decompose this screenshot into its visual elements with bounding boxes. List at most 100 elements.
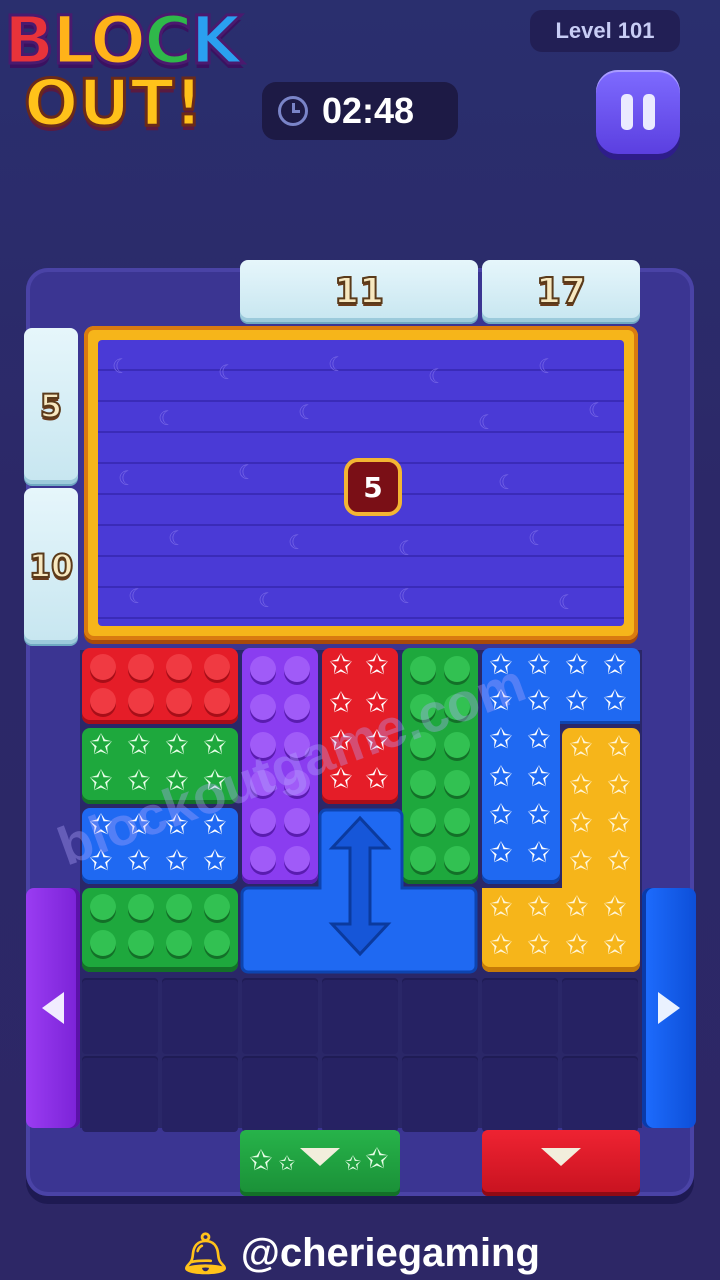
yellow-star-l-block-stem[interactable]: ✩ ✩ ✩ ✩ ✩ ✩ ✩ ✩: [562, 728, 640, 892]
star-icon: ✩: [489, 928, 513, 961]
star-icon: ✩: [527, 890, 551, 923]
blue-star-l-block-stem[interactable]: ✩ ✩ ✩ ✩ ✩ ✩ ✩ ✩: [482, 720, 560, 884]
stud: [250, 694, 276, 720]
star-icon: ✩: [603, 648, 627, 681]
ice-gate-top-left: 11: [240, 260, 478, 322]
pause-icon-bar: [643, 94, 655, 130]
star-icon: ✩: [607, 844, 631, 877]
footer-credit: 🔔︎ @cheriegaming: [0, 1226, 720, 1280]
moon-icon: ☾: [528, 526, 546, 550]
star-icon: ✩: [569, 806, 593, 839]
star-icon: ✩: [565, 928, 589, 961]
frozen-block[interactable]: ☾ ☾ ☾ ☾ ☾ ☾ ☾ ☾ ☾ ☾ ☾ ☾ ☾ ☾ ☾ ☾ ☾ ☾ ☾ ☾ …: [84, 326, 638, 640]
star-icon: ✩: [527, 760, 551, 793]
star-icon: ✩: [607, 768, 631, 801]
star-icon: ✩: [565, 684, 589, 717]
star-icon: ✩: [278, 1151, 296, 1175]
star-icon: ✩: [89, 728, 113, 761]
moon-icon: ☾: [398, 536, 416, 560]
moon-icon: ☾: [328, 352, 346, 376]
logo-word-out: OUT!: [22, 67, 204, 141]
stud: [410, 770, 436, 796]
star-icon: ✩: [489, 760, 513, 793]
grid-cell: [82, 978, 158, 1054]
stud: [128, 688, 154, 714]
grid-cell: [482, 978, 558, 1054]
grid-cell: [82, 1056, 158, 1132]
star-icon: ✩: [527, 928, 551, 961]
stud: [410, 656, 436, 682]
ice-gate-top-right: 17: [482, 260, 640, 322]
red-block[interactable]: [82, 648, 238, 724]
ice-gate-left-bottom: 10: [24, 488, 78, 644]
logo-word-block: BLOCK: [2, 6, 243, 75]
red-exit-door-bottom: [482, 1130, 640, 1196]
ice-gate-left-top: 5: [24, 328, 78, 484]
star-icon: ✩: [569, 844, 593, 877]
star-icon: ✩: [569, 730, 593, 763]
grid-cell: [242, 978, 318, 1054]
stud: [284, 694, 310, 720]
stud: [166, 654, 192, 680]
star-icon: ✩: [527, 836, 551, 869]
grid-cell: [162, 1056, 238, 1132]
stud: [284, 656, 310, 682]
star-icon: ✩: [165, 844, 189, 877]
timer-value: 02:48: [322, 90, 415, 131]
stud: [204, 894, 230, 920]
star-icon: ✩: [489, 836, 513, 869]
star-icon: ✩: [127, 728, 151, 761]
moon-icon: ☾: [558, 590, 576, 614]
blue-arrow-block[interactable]: [240, 806, 480, 974]
stud: [128, 894, 154, 920]
star-icon: ✩: [527, 798, 551, 831]
moon-icon: ☾: [478, 410, 496, 434]
stud: [204, 654, 230, 680]
stud: [250, 656, 276, 682]
star-icon: ✩: [603, 890, 627, 923]
star-icon: ✩: [527, 722, 551, 755]
stud: [204, 930, 230, 956]
stud: [204, 688, 230, 714]
bell-icon: 🔔︎: [180, 1231, 231, 1276]
star-icon: ✩: [165, 728, 189, 761]
purple-exit-door-left: [26, 888, 80, 1128]
moon-icon: ☾: [428, 364, 446, 388]
grid-cell: [482, 1056, 558, 1132]
grid-cell: [402, 1056, 478, 1132]
blue-exit-door-right: [642, 888, 696, 1128]
grid-cell: [562, 1056, 638, 1132]
star-icon: ✩: [603, 684, 627, 717]
star-icon: ✩: [365, 1142, 389, 1175]
stud: [128, 930, 154, 956]
frozen-block-surface: ☾ ☾ ☾ ☾ ☾ ☾ ☾ ☾ ☾ ☾ ☾ ☾ ☾ ☾ ☾ ☾ ☾ ☾ ☾ ☾ …: [98, 340, 624, 626]
yellow-star-l-block[interactable]: ✩ ✩ ✩ ✩ ✩ ✩ ✩ ✩: [482, 888, 640, 972]
star-icon: ✩: [565, 890, 589, 923]
star-icon: ✩: [603, 928, 627, 961]
footer-handle: @cheriegaming: [240, 1230, 540, 1275]
level-indicator: Level 101: [530, 10, 680, 52]
moon-icon: ☾: [238, 460, 256, 484]
grid-cell: [402, 978, 478, 1054]
grid-cell: [322, 1056, 398, 1132]
stud: [166, 894, 192, 920]
moon-icon: ☾: [158, 406, 176, 430]
star-icon: ✩: [527, 648, 551, 681]
clock-icon: [278, 96, 308, 126]
grid-cell: [242, 1056, 318, 1132]
arrow-down-icon: [541, 1148, 581, 1166]
green-block[interactable]: [82, 888, 238, 972]
star-icon: ✩: [607, 730, 631, 763]
star-icon: ✩: [565, 648, 589, 681]
pause-button[interactable]: [596, 70, 680, 154]
moon-icon: ☾: [118, 466, 136, 490]
star-icon: ✩: [489, 890, 513, 923]
moon-icon: ☾: [498, 470, 516, 494]
pause-icon: [621, 94, 633, 130]
moon-icon: ☾: [218, 360, 236, 384]
star-icon: ✩: [607, 806, 631, 839]
arrow-down-icon: [300, 1148, 340, 1166]
star-icon: ✩: [569, 768, 593, 801]
star-icon: ✩: [203, 844, 227, 877]
moon-icon: ☾: [288, 530, 306, 554]
